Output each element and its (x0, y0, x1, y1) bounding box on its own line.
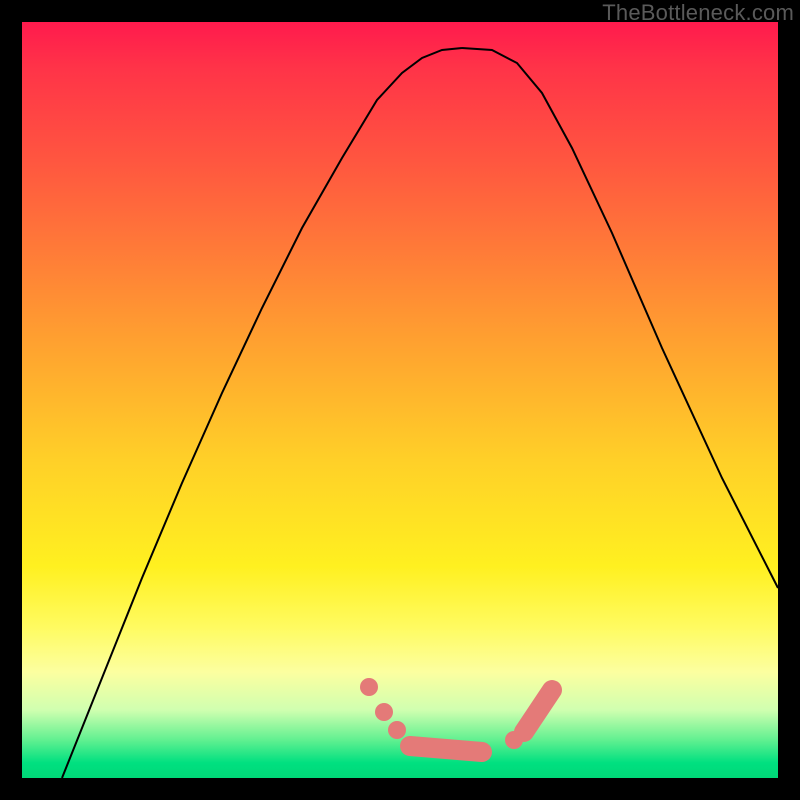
watermark-label: TheBottleneck.com (602, 0, 794, 26)
marker-pill (410, 746, 482, 752)
marker-group (360, 678, 552, 752)
bottleneck-curve-plot (22, 22, 778, 778)
chart-area (22, 22, 778, 778)
marker-dot (360, 678, 378, 696)
left-branch-curve (62, 48, 462, 778)
marker-dot (388, 721, 406, 739)
right-branch-curve (462, 48, 778, 588)
marker-dot (375, 703, 393, 721)
marker-pill (524, 690, 552, 732)
